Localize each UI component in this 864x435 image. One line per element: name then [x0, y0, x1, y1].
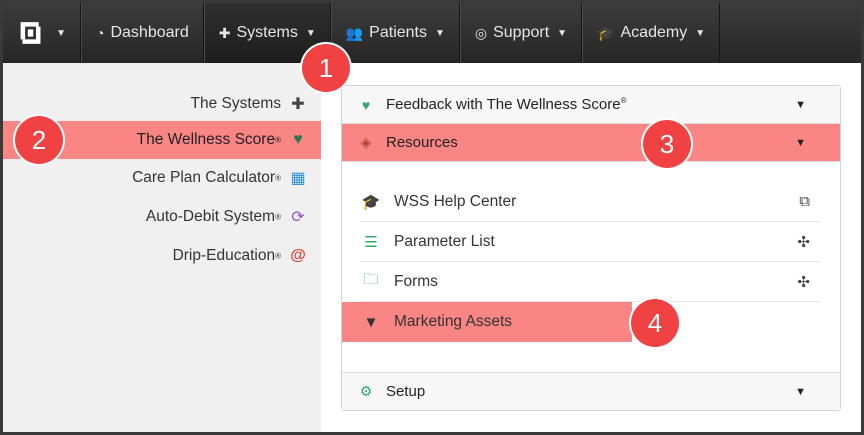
chevron-down-icon: ▼ — [56, 27, 66, 39]
step-marker-2: 2 — [15, 116, 63, 164]
accordion-panel: ♥ Feedback with The Wellness Score® ▼ ◈ … — [341, 85, 841, 411]
sidebar-item-label: Care Plan Calculator® — [132, 169, 281, 186]
chevron-down-icon: ▼ — [695, 27, 706, 39]
section-setup-header[interactable]: ⚙ Setup ▼ — [342, 372, 840, 410]
section-label: Resources — [386, 134, 458, 151]
nav-patients[interactable]: 👥 Patients ▼ — [330, 3, 460, 63]
chevron-down-icon: ▼ — [434, 27, 445, 39]
section-feedback-header[interactable]: ♥ Feedback with The Wellness Score® ▼ — [342, 86, 840, 124]
resource-label: Marketing Assets — [394, 313, 513, 330]
refresh-icon: ⟳ — [291, 209, 305, 226]
sidebar-item-label: The Systems — [190, 95, 281, 112]
resource-forms[interactable]: 🗀 Forms ✣ — [360, 262, 820, 302]
graduation-cap-icon: 🎓 — [361, 193, 381, 211]
nav-dashboard[interactable]: ◔ Dashboard — [81, 3, 204, 63]
pinwheel-icon[interactable]: ✣ — [797, 233, 810, 251]
logo-menu-button[interactable]: ▼ — [3, 3, 81, 63]
lifebuoy-icon: ◎ — [474, 24, 488, 41]
step-marker-4: 4 — [631, 299, 679, 347]
caret-down-icon: ▼ — [795, 385, 806, 398]
main-content: ♥ Feedback with The Wellness Score® ▼ ◈ … — [321, 63, 861, 432]
section-resources-header[interactable]: ◈ Resources ▼ — [342, 124, 840, 162]
nav-academy[interactable]: 🎓 Academy ▼ — [582, 3, 721, 63]
filter-icon: ▼ — [363, 313, 379, 331]
sidebar-item-auto-debit-system[interactable]: Auto-Debit System® ⟳ — [3, 198, 321, 236]
cogs-icon: ⚙ — [359, 383, 373, 399]
step-marker-3: 3 — [643, 120, 691, 168]
sidebar-item-the-systems[interactable]: The Systems ✚ — [3, 85, 321, 123]
heart-pulse-icon: ♥ — [293, 131, 303, 148]
top-navbar: ▼ ◔ Dashboard ✚ Systems ▼ 👥 Patients ▼ ◎… — [3, 3, 861, 63]
nav-support[interactable]: ◎ Support ▼ — [459, 3, 583, 63]
app-window: ▼ ◔ Dashboard ✚ Systems ▼ 👥 Patients ▼ ◎… — [0, 0, 864, 435]
step-marker-1: 1 — [302, 44, 350, 92]
resource-wss-help-center[interactable]: 🎓 WSS Help Center ⧉ — [360, 182, 820, 222]
dashboard-icon: ◔ — [96, 25, 105, 41]
resource-parameter-list[interactable]: ☰ Parameter List ✣ — [360, 222, 820, 262]
puzzle-icon: ✚ — [291, 96, 305, 113]
external-link-icon[interactable]: ⧉ — [799, 193, 810, 210]
chevron-down-icon: ▼ — [305, 27, 316, 39]
section-label: Setup — [386, 383, 426, 400]
nav-academy-label: Academy — [620, 24, 688, 41]
calculator-icon: ▦ — [290, 170, 306, 187]
graduation-cap-icon: 🎓 — [597, 24, 615, 41]
folder-open-icon: 🗀 — [363, 271, 379, 288]
nav-systems-label: Systems — [236, 24, 298, 41]
section-label: Feedback with The Wellness Score® — [386, 96, 627, 113]
resource-label: Forms — [394, 272, 438, 290]
puzzle-icon: ✚ — [218, 24, 231, 41]
nav-patients-label: Patients — [369, 24, 427, 41]
caret-down-icon: ▼ — [795, 98, 806, 111]
users-icon: 👥 — [345, 24, 364, 41]
diamond-icon: ◈ — [360, 134, 372, 150]
sidebar-item-label: The Wellness Score® — [136, 131, 281, 148]
sidebar-item-label: Auto-Debit System® — [145, 208, 281, 225]
resource-label: WSS Help Center — [394, 192, 517, 210]
nav-dashboard-label: Dashboard — [110, 24, 189, 41]
sidebar-item-care-plan-calculator[interactable]: Care Plan Calculator® ▦ — [3, 159, 321, 197]
at-icon: @ — [290, 247, 306, 264]
logo-icon — [20, 22, 41, 44]
resource-marketing-assets[interactable]: ▼ Marketing Assets — [342, 302, 632, 342]
list-icon: ☰ — [364, 233, 378, 251]
heart-pulse-icon: ♥ — [361, 96, 371, 113]
nav-support-label: Support — [493, 24, 550, 41]
caret-down-icon: ▼ — [795, 136, 806, 149]
chevron-down-icon: ▼ — [557, 27, 568, 39]
resource-label: Parameter List — [394, 232, 495, 250]
sidebar-item-label: Drip-Education® — [172, 247, 281, 264]
sidebar-item-drip-education[interactable]: Drip-Education® @ — [3, 237, 321, 275]
pinwheel-icon[interactable]: ✣ — [797, 273, 810, 291]
